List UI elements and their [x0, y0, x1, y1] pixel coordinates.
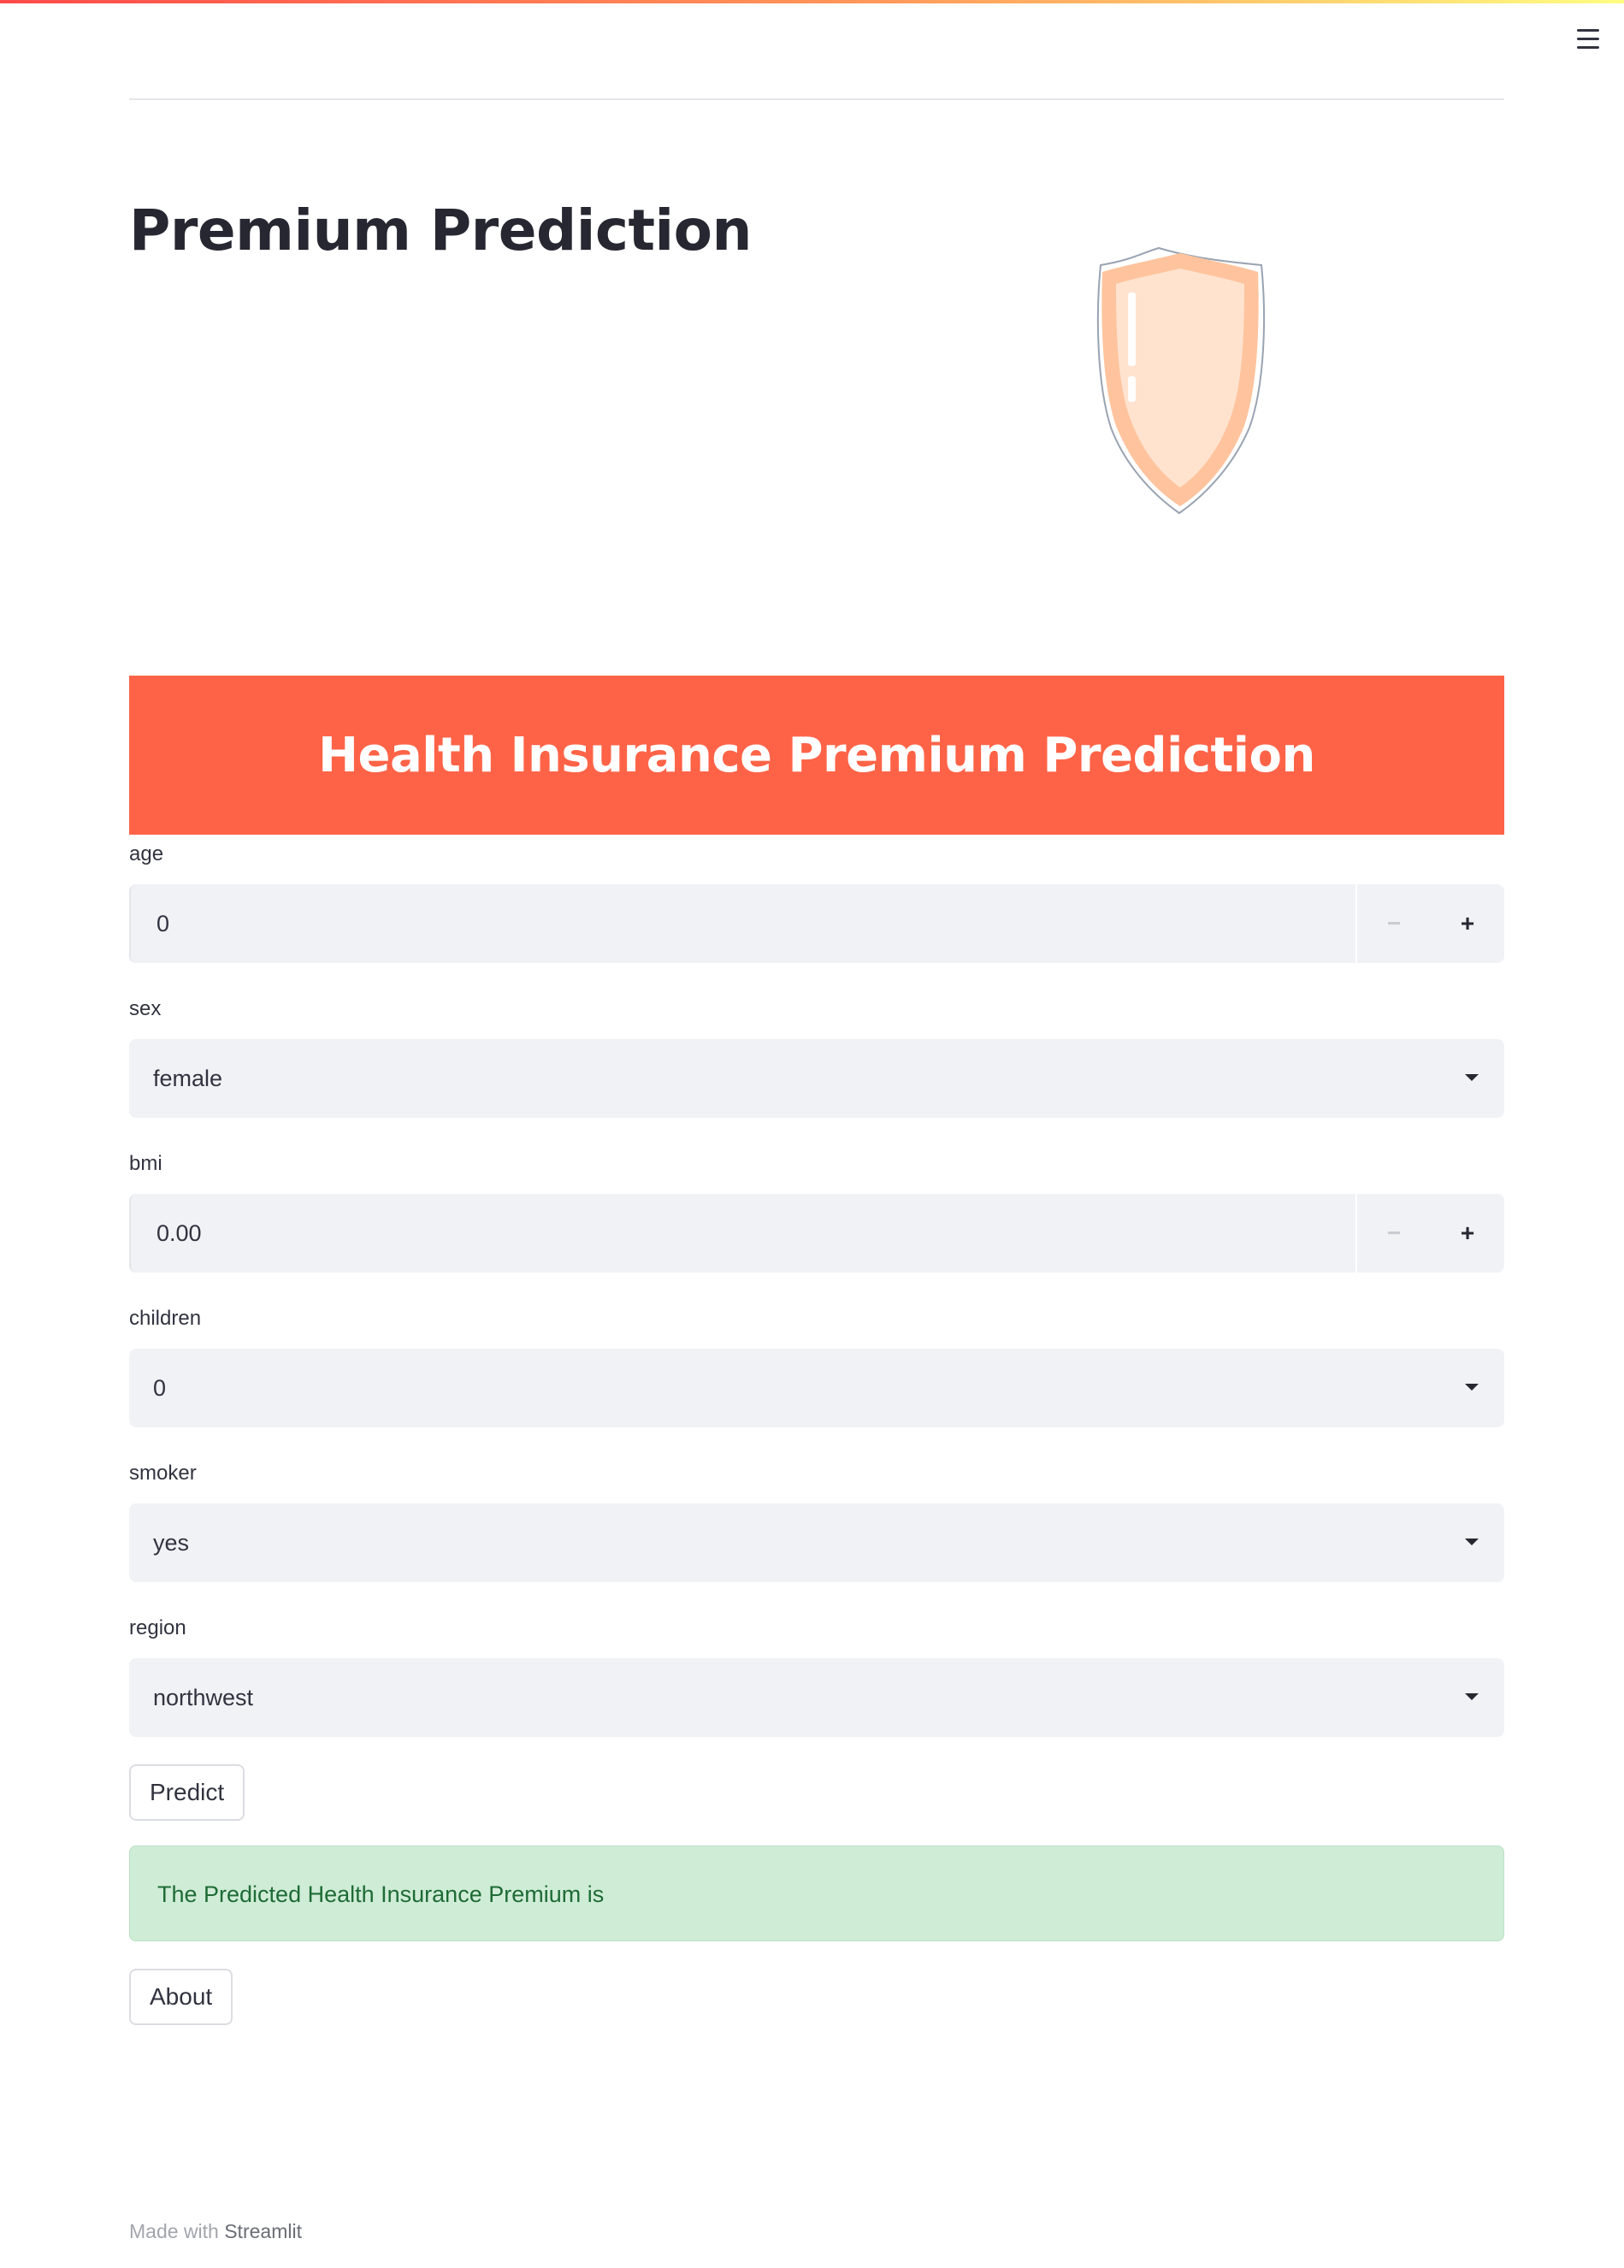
shield-icon	[1056, 239, 1304, 530]
age-value[interactable]: 0	[156, 884, 169, 963]
children-selected-value: 0	[153, 1375, 167, 1401]
sex-selected-value: female	[153, 1066, 223, 1091]
chevron-down-icon	[1465, 1539, 1479, 1545]
region-select[interactable]: northwest	[129, 1658, 1504, 1737]
age-stepper: − +	[1355, 884, 1504, 963]
main-container: Premium Prediction Health Insurance Prem…	[129, 0, 1504, 2268]
bmi-value[interactable]: 0.00	[156, 1194, 202, 1273]
age-increment-button[interactable]: +	[1431, 884, 1504, 963]
age-number-input[interactable]: 0 − +	[129, 884, 1504, 963]
bmi-decrement-button[interactable]: −	[1357, 1194, 1431, 1273]
chevron-down-icon	[1465, 1693, 1479, 1700]
hamburger-menu-icon[interactable]	[1572, 24, 1603, 55]
about-button[interactable]: About	[129, 1969, 233, 2025]
region-selected-value: northwest	[153, 1685, 254, 1710]
sex-label: sex	[129, 997, 162, 1020]
banner-title: Health Insurance Premium Prediction	[318, 727, 1315, 783]
bmi-number-input[interactable]: 0.00 − +	[129, 1194, 1504, 1273]
sex-select[interactable]: female	[129, 1039, 1504, 1118]
age-label: age	[129, 842, 164, 865]
footer-prefix: Made with	[129, 2220, 219, 2242]
predict-button[interactable]: Predict	[129, 1764, 245, 1821]
bmi-increment-button[interactable]: +	[1431, 1194, 1504, 1273]
age-decrement-button[interactable]: −	[1357, 884, 1431, 963]
smoker-label: smoker	[129, 1462, 197, 1485]
title-banner: Health Insurance Premium Prediction	[129, 676, 1504, 835]
streamlit-link[interactable]: Streamlit	[224, 2220, 302, 2242]
prediction-result-text: The Predicted Health Insurance Premium i…	[157, 1881, 605, 1907]
bmi-stepper: − +	[1355, 1194, 1504, 1273]
smoker-select[interactable]: yes	[129, 1503, 1504, 1582]
page-title: Premium Prediction	[129, 198, 753, 263]
region-label: region	[129, 1616, 186, 1639]
footer: Made with Streamlit	[129, 2220, 302, 2243]
children-label: children	[129, 1307, 202, 1330]
prediction-result-alert: The Predicted Health Insurance Premium i…	[129, 1846, 1504, 1941]
top-divider	[129, 98, 1504, 100]
chevron-down-icon	[1465, 1384, 1479, 1391]
smoker-selected-value: yes	[153, 1530, 190, 1556]
bmi-label: bmi	[129, 1152, 162, 1175]
chevron-down-icon	[1465, 1074, 1479, 1081]
children-select[interactable]: 0	[129, 1349, 1504, 1427]
